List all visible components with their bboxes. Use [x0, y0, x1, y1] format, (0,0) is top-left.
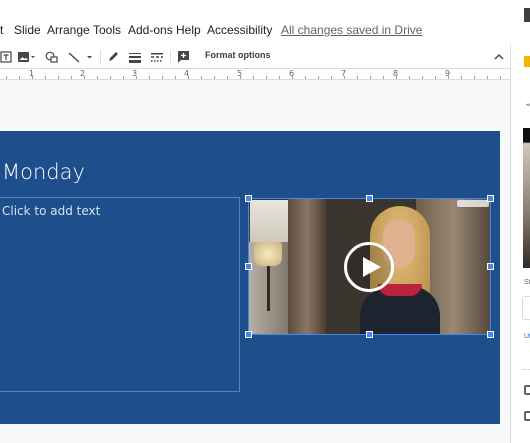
ruler-tick: [305, 76, 306, 79]
horizontal-ruler: 1 2 3 4 5 6 7 8 9: [0, 69, 510, 80]
ruler-tick: [461, 76, 462, 79]
format-options-button[interactable]: Format options: [205, 50, 271, 60]
selection-frame: [248, 198, 491, 335]
ruler-tick: [136, 76, 137, 79]
resize-handle-top-right[interactable]: [487, 195, 494, 202]
menu-item-addons[interactable]: Add-ons: [128, 23, 173, 37]
ruler-tick: [84, 76, 85, 79]
ruler-tick: [201, 76, 202, 79]
ruler-tick: [175, 76, 176, 79]
panel-checkbox[interactable]: [524, 411, 530, 421]
ruler-tick: [123, 76, 124, 79]
ruler-tick: [253, 76, 254, 79]
ruler-tick: [435, 76, 436, 79]
resize-handle-right[interactable]: [487, 263, 494, 270]
menu-item-tools[interactable]: Tools: [93, 23, 121, 37]
ruler-tick: [110, 76, 111, 79]
ruler-tick: [6, 76, 7, 79]
slide-title[interactable]: Monday: [2, 160, 85, 184]
ruler-tick: [97, 76, 98, 79]
ruler-tick: [19, 76, 20, 79]
ruler-tick: [409, 76, 410, 79]
slides-icon: [524, 56, 530, 67]
ruler-tick: [448, 76, 449, 79]
panel-checkbox[interactable]: [524, 385, 530, 395]
line-icon[interactable]: [67, 49, 93, 64]
border-dash-icon[interactable]: [150, 49, 164, 64]
resize-handle-left[interactable]: [245, 263, 252, 270]
panel-input-field[interactable]: [522, 296, 530, 320]
ruler-tick: [32, 76, 33, 79]
ruler-tick: [71, 76, 72, 79]
resize-handle-top-left[interactable]: [245, 195, 252, 202]
resize-handle-bottom[interactable]: [366, 331, 373, 338]
ruler-tick: [474, 76, 475, 79]
menu-item-help[interactable]: Help: [176, 23, 201, 37]
menu-bar: t Slide Arrange Tools Add-ons Help Acces…: [0, 0, 530, 44]
ruler-tick: [149, 76, 150, 79]
resize-handle-top[interactable]: [366, 195, 373, 202]
menu-item-arrange[interactable]: Arrange: [47, 23, 90, 37]
ruler-tick: [396, 76, 397, 79]
ruler-tick: [344, 76, 345, 79]
window-edge: [524, 8, 530, 22]
shape-icon[interactable]: [45, 49, 58, 64]
panel-divider: [522, 369, 530, 370]
resize-handle-bottom-right[interactable]: [487, 331, 494, 338]
add-comment-icon[interactable]: [177, 49, 190, 64]
toolbar-separator: [100, 50, 101, 63]
ruler-tick: [227, 76, 228, 79]
menu-item-format[interactable]: t: [0, 23, 3, 37]
toolbar-separator: [170, 50, 171, 63]
border-weight-icon[interactable]: [128, 49, 142, 64]
ruler-tick: [500, 76, 501, 79]
body-placeholder-text[interactable]: Click to add text: [2, 204, 100, 218]
collapse-icon[interactable]: [493, 49, 505, 64]
ruler-tick: [58, 76, 59, 79]
ruler-tick: [487, 76, 488, 79]
body-text-box[interactable]: [0, 197, 240, 392]
image-icon[interactable]: [17, 49, 35, 64]
ruler-tick: [266, 76, 267, 79]
ruler-tick: [162, 76, 163, 79]
ruler-tick: [331, 76, 332, 79]
ruler-tick: [279, 76, 280, 79]
ruler-tick: [240, 76, 241, 79]
text-box-icon[interactable]: [0, 49, 12, 64]
ruler-tick: [214, 76, 215, 79]
ruler-tick: [357, 76, 358, 79]
ruler-tick: [45, 76, 46, 79]
save-status-link[interactable]: All changes saved in Drive: [281, 23, 422, 37]
ruler-tick: [383, 76, 384, 79]
menu-item-accessibility[interactable]: Accessibility: [207, 23, 272, 37]
ruler-tick: [188, 76, 189, 79]
panel-link[interactable]: Ur: [524, 333, 530, 340]
video-thumbnail: [523, 128, 530, 268]
panel-label: St: [524, 279, 530, 286]
ruler-tick: [370, 76, 371, 79]
ruler-tick: [318, 76, 319, 79]
format-options-panel: ⌄ St Ur: [510, 44, 530, 443]
resize-handle-bottom-left[interactable]: [245, 331, 252, 338]
ruler-tick: [292, 76, 293, 79]
pen-icon[interactable]: [107, 49, 119, 64]
chevron-down-icon[interactable]: ⌄: [524, 98, 530, 109]
menu-item-slide[interactable]: Slide: [14, 23, 41, 37]
ruler-tick: [422, 76, 423, 79]
